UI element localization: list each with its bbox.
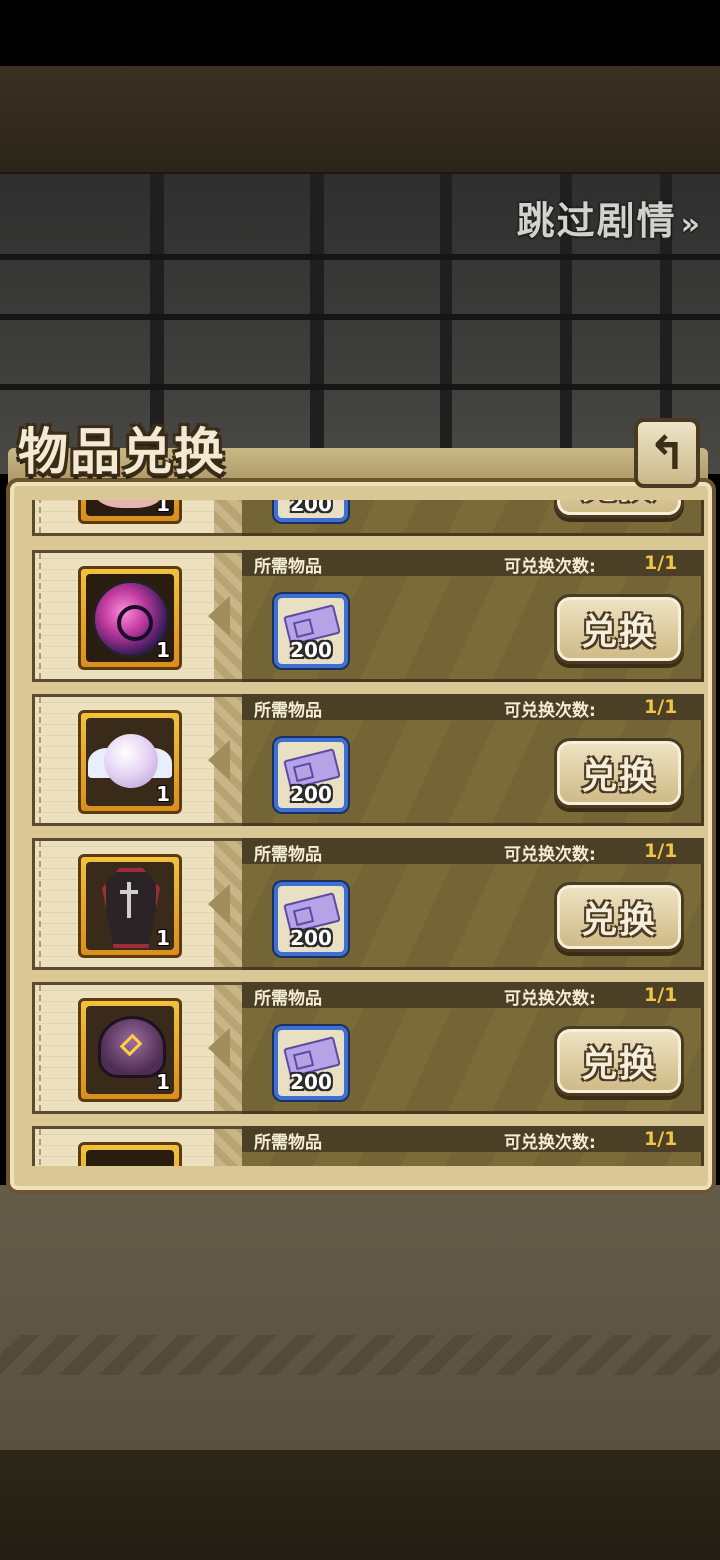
reward-item-slot[interactable]: 1 bbox=[78, 854, 182, 958]
cost-amount: 200 bbox=[290, 1070, 332, 1094]
reward-item-slot[interactable]: 1 bbox=[78, 998, 182, 1102]
exchange-count-label: 可兑换次数: bbox=[504, 845, 596, 865]
exchange-count-label: 可兑换次数: bbox=[504, 557, 596, 577]
exchange-count-value: 1/1 bbox=[644, 1128, 678, 1150]
reward-item-slot[interactable]: 1 bbox=[78, 566, 182, 670]
coffin-icon bbox=[102, 868, 160, 948]
required-items-label: 所需物品 bbox=[254, 557, 322, 577]
cost-item-slot[interactable]: 200 bbox=[274, 882, 348, 956]
cost-item-slot[interactable]: 200 bbox=[274, 594, 348, 668]
exchange-count-value: 1/1 bbox=[644, 840, 678, 862]
status-bar bbox=[0, 0, 720, 66]
reward-quantity: 1 bbox=[156, 782, 170, 806]
back-button[interactable]: ↰ bbox=[634, 418, 700, 488]
bottom-decorative-band bbox=[0, 1450, 720, 1560]
exchange-count-value: 1/1 bbox=[644, 552, 678, 574]
pearl-icon bbox=[104, 734, 158, 788]
exchange-list[interactable]: 1 200 兑换 所需物品 可兑换次数: 1/1 1 200 兑换 bbox=[32, 500, 704, 1166]
exchange-button-label: 兑换 bbox=[580, 1044, 657, 1085]
exchange-row: 所需物品 可兑换次数: 1/1 1 200 兑换 bbox=[32, 550, 704, 682]
exchange-count-label: 可兑换次数: bbox=[504, 1133, 596, 1153]
cost-item-slot[interactable]: 200 bbox=[274, 738, 348, 812]
exchange-row: 所需物品 可兑换次数: 1/1 1 200 兑换 bbox=[32, 982, 704, 1114]
exchange-count-value: 1/1 bbox=[644, 696, 678, 718]
cost-item-slot[interactable]: 200 bbox=[274, 500, 348, 522]
reward-quantity: 1 bbox=[156, 926, 170, 950]
exchange-count-value: 1/1 bbox=[644, 984, 678, 1006]
exchange-button[interactable]: 兑换 bbox=[554, 738, 684, 808]
exchange-button-label: 兑换 bbox=[580, 756, 657, 797]
back-arrow-icon: ↰ bbox=[647, 426, 687, 480]
exchange-row: 1 200 兑换 bbox=[32, 500, 704, 536]
exchange-row: 所需物品 可兑换次数: 1/1 bbox=[32, 1126, 704, 1166]
page-title: 物品兑换 bbox=[18, 423, 226, 481]
required-items-label: 所需物品 bbox=[254, 701, 322, 721]
reward-item-slot[interactable]: 1 bbox=[78, 710, 182, 814]
double-chevron-right-icon: » bbox=[680, 207, 702, 242]
exchange-button[interactable]: 兑换 bbox=[554, 1026, 684, 1096]
reward-item-slot[interactable] bbox=[78, 1142, 182, 1166]
skip-story-label: 跳过剧情 bbox=[516, 199, 677, 243]
exchange-row: 所需物品 可兑换次数: 1/1 1 200 兑换 bbox=[32, 694, 704, 826]
skip-story-button[interactable]: 跳过剧情» bbox=[517, 190, 702, 245]
required-items-label: 所需物品 bbox=[254, 989, 322, 1009]
exchange-count-label: 可兑换次数: bbox=[504, 701, 596, 721]
cost-amount: 200 bbox=[290, 926, 332, 950]
exchange-button-label: 兑换 bbox=[581, 500, 657, 509]
exchange-row: 所需物品 可兑换次数: 1/1 1 200 兑换 bbox=[32, 838, 704, 970]
lower-background bbox=[0, 1185, 720, 1450]
exchange-button[interactable]: 兑换 bbox=[554, 594, 684, 664]
partial-item-icon bbox=[94, 500, 164, 508]
cost-item-slot[interactable]: 200 bbox=[274, 1026, 348, 1100]
exchange-button[interactable]: 兑换 bbox=[554, 500, 684, 518]
reward-quantity: 1 bbox=[156, 638, 170, 662]
reward-quantity: 1 bbox=[156, 1070, 170, 1094]
cost-amount: 200 bbox=[290, 500, 332, 516]
cost-amount: 200 bbox=[290, 638, 332, 662]
exchange-panel: 1 200 兑换 所需物品 可兑换次数: 1/1 1 200 兑换 bbox=[6, 478, 716, 1194]
required-items-label: 所需物品 bbox=[254, 1133, 322, 1153]
exchange-button-label: 兑换 bbox=[580, 900, 657, 941]
required-items-label: 所需物品 bbox=[254, 845, 322, 865]
exchange-count-label: 可兑换次数: bbox=[504, 989, 596, 1009]
exchange-button[interactable]: 兑换 bbox=[554, 882, 684, 952]
reward-quantity: 1 bbox=[156, 500, 170, 516]
cost-amount: 200 bbox=[290, 782, 332, 806]
top-decorative-band bbox=[0, 66, 720, 174]
reward-item-slot[interactable]: 1 bbox=[78, 500, 182, 524]
exchange-button-label: 兑换 bbox=[580, 612, 657, 653]
partial-item-icon bbox=[86, 1150, 174, 1166]
